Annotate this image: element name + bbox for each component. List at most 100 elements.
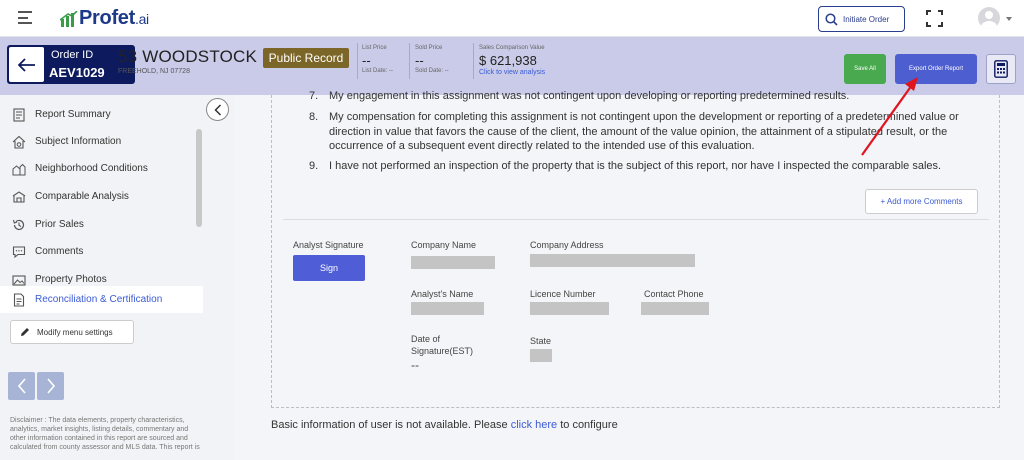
sidebar-item-subject-information[interactable]: Subject Information bbox=[0, 128, 203, 155]
sidebar-item-comments[interactable]: Comments bbox=[0, 238, 203, 265]
analyst-signature-label: Analyst Signature bbox=[293, 240, 364, 250]
sidebar-item-report-summary[interactable]: Report Summary bbox=[0, 101, 203, 128]
order-id-value: AEV1029 bbox=[49, 65, 105, 80]
calculator-icon bbox=[994, 60, 1008, 78]
logo-arrow-icon bbox=[59, 10, 78, 27]
property-address: 53 WOODSTOCK PL bbox=[118, 47, 284, 66]
arrow-left-icon bbox=[17, 57, 35, 72]
divider bbox=[473, 43, 474, 79]
analyst-name-field[interactable] bbox=[411, 302, 484, 315]
sidebar: Report Summary Subject Information Neigh… bbox=[0, 95, 234, 460]
sidebar-item-label: Comparable Analysis bbox=[35, 191, 129, 202]
order-id-label: Order ID bbox=[51, 49, 94, 61]
company-address-label: Company Address bbox=[530, 240, 604, 250]
user-avatar[interactable] bbox=[978, 7, 1000, 29]
modify-menu-settings-button[interactable]: Modify menu settings bbox=[10, 320, 134, 344]
basic-info-suffix: to configure bbox=[557, 419, 618, 431]
public-record-badge: Public Record bbox=[263, 48, 349, 68]
licence-number-label: Licence Number bbox=[530, 289, 596, 299]
contact-phone-field[interactable] bbox=[641, 302, 709, 315]
sidebar-scrollbar[interactable] bbox=[196, 129, 202, 227]
sidebar-item-label: Subject Information bbox=[35, 136, 122, 147]
analyst-name-label: Analyst's Name bbox=[411, 289, 474, 299]
photos-icon bbox=[12, 274, 26, 286]
sidebar-item-label: Property Photos bbox=[35, 274, 107, 285]
export-order-report-button[interactable]: Export Order Report bbox=[895, 54, 977, 84]
contact-phone-label: Contact Phone bbox=[644, 289, 704, 299]
logo-main: Profet bbox=[79, 7, 135, 29]
sold-price-label: Sold Price bbox=[415, 45, 443, 51]
chevron-right-icon bbox=[46, 378, 55, 394]
sidebar-item-comparable-analysis[interactable]: Comparable Analysis bbox=[0, 183, 203, 210]
sidebar-item-label: Prior Sales bbox=[35, 219, 84, 230]
state-field[interactable] bbox=[530, 349, 552, 362]
list-price-label: List Price bbox=[362, 45, 387, 51]
comparable-icon bbox=[12, 190, 26, 203]
divider bbox=[409, 43, 410, 79]
view-analysis-link[interactable]: Click to view analysis bbox=[479, 69, 545, 76]
house-gear-icon bbox=[12, 135, 26, 149]
top-bar: Profet.ai Initiate Order bbox=[0, 0, 1024, 37]
logo-suffix: .ai bbox=[134, 11, 149, 27]
calculator-button[interactable] bbox=[986, 54, 1016, 84]
previous-section-button[interactable] bbox=[8, 372, 35, 400]
divider bbox=[357, 43, 358, 79]
state-label: State bbox=[530, 336, 552, 346]
sidebar-item-reconciliation-certification[interactable]: Reconciliation & Certification bbox=[0, 286, 203, 313]
hamburger-menu-icon[interactable] bbox=[18, 11, 32, 24]
item-text: My engagement in this assignment was not… bbox=[329, 90, 850, 102]
configure-link[interactable]: click here bbox=[511, 419, 557, 431]
sidebar-item-label: Report Summary bbox=[35, 109, 111, 120]
sidebar-item-neighborhood-conditions[interactable]: Neighborhood Conditions bbox=[0, 155, 203, 182]
sidebar-item-label: Reconciliation & Certification bbox=[35, 294, 163, 305]
chevron-left-icon bbox=[17, 378, 26, 394]
back-button[interactable] bbox=[9, 47, 44, 82]
item-number: 7. bbox=[309, 90, 319, 102]
sign-button[interactable]: Sign bbox=[293, 255, 365, 281]
neighborhood-icon bbox=[12, 163, 26, 175]
next-section-button[interactable] bbox=[37, 372, 64, 400]
property-city: FREEHOLD, NJ 07728 bbox=[118, 68, 190, 75]
save-all-button[interactable]: Save All bbox=[844, 54, 886, 84]
company-address-field[interactable] bbox=[530, 254, 695, 267]
report-icon bbox=[13, 107, 25, 122]
item-number: 9. bbox=[309, 160, 319, 172]
sold-price-value: -- bbox=[415, 53, 424, 68]
disclaimer-text: Disclaimer : The data elements, property… bbox=[10, 417, 200, 451]
search-icon bbox=[825, 12, 838, 26]
item-text: My compensation for completing this assi… bbox=[329, 111, 959, 152]
date-label-line-1: Date of bbox=[411, 334, 441, 344]
date-label-line-2: Signature(EST) bbox=[411, 346, 474, 356]
sidebar-item-label: Neighborhood Conditions bbox=[35, 163, 148, 174]
history-icon bbox=[12, 219, 25, 230]
item-number: 8. bbox=[309, 111, 319, 123]
date-of-signature-value: -- bbox=[411, 358, 419, 372]
basic-info-message: Basic information of user is not availab… bbox=[271, 419, 618, 431]
sidebar-menu: Report Summary Subject Information Neigh… bbox=[0, 95, 203, 313]
sales-comparison-value: $ 621,938 bbox=[479, 53, 537, 68]
list-price-value: -- bbox=[362, 53, 371, 68]
modify-menu-label: Modify menu settings bbox=[37, 327, 113, 337]
divider bbox=[283, 219, 989, 220]
sold-date-label: Sold Date: -- bbox=[415, 68, 449, 74]
initiate-order-button[interactable]: Initiate Order bbox=[818, 6, 905, 32]
company-name-label: Company Name bbox=[411, 240, 477, 250]
date-of-signature-label: Date of Signature(EST) bbox=[411, 333, 473, 357]
sidebar-item-prior-sales[interactable]: Prior Sales bbox=[0, 211, 203, 238]
basic-info-prefix: Basic information of user is not availab… bbox=[271, 419, 511, 431]
comment-icon bbox=[12, 245, 26, 258]
add-more-comments-button[interactable]: + Add more Comments bbox=[865, 189, 978, 214]
chevron-down-icon[interactable] bbox=[1006, 17, 1012, 21]
chevron-left-icon bbox=[213, 103, 221, 116]
profet-logo[interactable]: Profet.ai bbox=[59, 7, 149, 30]
sales-comparison-label: Sales Comparison Value bbox=[479, 45, 545, 51]
fullscreen-icon[interactable] bbox=[926, 10, 943, 27]
order-id-card: Order ID AEV1029 bbox=[7, 45, 135, 84]
company-name-field[interactable] bbox=[411, 256, 495, 269]
certificate-icon bbox=[13, 292, 25, 307]
edit-icon bbox=[21, 328, 29, 336]
collapse-sidebar-button[interactable] bbox=[206, 98, 229, 121]
licence-number-field[interactable] bbox=[530, 302, 609, 315]
sidebar-item-label: Comments bbox=[35, 246, 84, 257]
list-date-label: List Date: -- bbox=[362, 68, 394, 74]
